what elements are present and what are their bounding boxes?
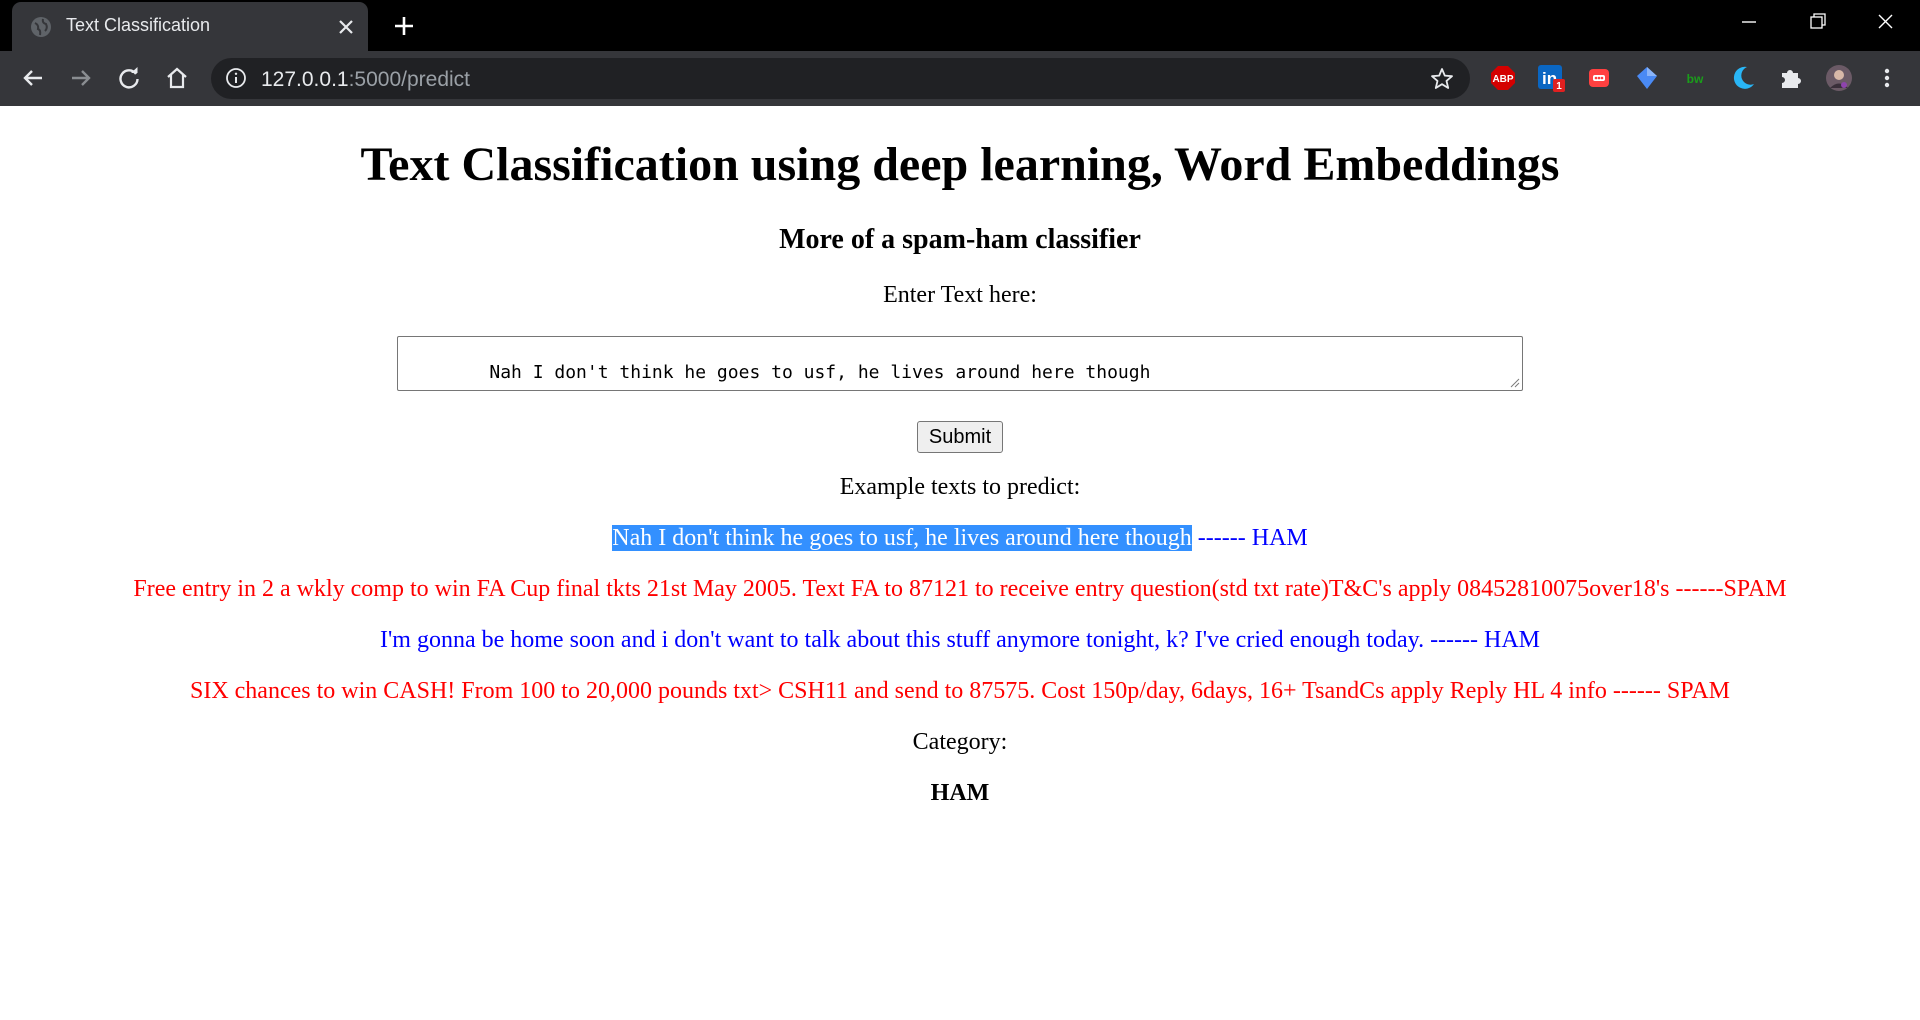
reload-icon[interactable]	[114, 63, 144, 93]
home-icon[interactable]	[162, 63, 192, 93]
abp-icon[interactable]: ABP	[1488, 63, 1518, 93]
browser-toolbar: 127.0.0.1:5000/predict ABP in 1 bw	[0, 51, 1920, 106]
example-text-4: SIX chances to win CASH! From 100 to 20,…	[189, 678, 1731, 704]
browser-tab[interactable]: Text Classification	[12, 2, 368, 51]
close-tab-icon[interactable]	[334, 15, 358, 39]
url-host: 127.0.0.1	[261, 68, 349, 91]
submit-button[interactable]: Submit	[917, 421, 1003, 453]
linkedin-icon[interactable]: in 1	[1536, 63, 1566, 93]
url-path: :5000/predict	[348, 68, 471, 91]
globe-icon	[31, 17, 51, 37]
example-text-1-label: ------ HAM	[1191, 525, 1308, 551]
examples-label: Example texts to predict:	[839, 474, 1081, 500]
resize-grip-icon[interactable]	[1508, 376, 1520, 388]
bw-icon[interactable]: bw	[1680, 63, 1710, 93]
linkedin-badge: 1	[1556, 81, 1562, 92]
input-label: Enter Text here:	[883, 282, 1037, 308]
new-tab-icon[interactable]	[390, 12, 418, 40]
puzzle-icon[interactable]	[1776, 63, 1806, 93]
moon-icon[interactable]	[1728, 63, 1758, 93]
page-subtitle: More of a spam-ham classifier	[779, 224, 1141, 255]
close-window-icon[interactable]	[1868, 8, 1902, 36]
example-text-2: Free entry in 2 a wkly comp to win FA Cu…	[133, 576, 1787, 602]
restore-icon[interactable]	[1800, 8, 1834, 36]
example-text-1: Nah I don't think he goes to usf, he liv…	[0, 525, 1920, 552]
page-content: Text Classification using deep learning,…	[0, 106, 1920, 1020]
category-label: Category:	[912, 729, 1008, 755]
browser-titlebar: Text Classification	[0, 0, 1920, 51]
minimize-icon[interactable]	[1732, 8, 1766, 36]
address-bar[interactable]: 127.0.0.1:5000/predict	[211, 58, 1470, 99]
text-input-value: Nah I don't think he goes to usf, he liv…	[489, 362, 1151, 383]
menu-dots-icon[interactable]	[1872, 63, 1902, 93]
profile-avatar[interactable]	[1824, 63, 1854, 93]
red-extension-icon[interactable]	[1584, 63, 1614, 93]
category-value: HAM	[930, 780, 990, 806]
tab-title: Text Classification	[66, 15, 211, 35]
bookmark-star-icon[interactable]	[1429, 66, 1455, 92]
text-input[interactable]: Nah I don't think he goes to usf, he liv…	[397, 336, 1523, 391]
blue-extension-icon[interactable]	[1632, 63, 1662, 93]
abp-label: ABP	[1492, 74, 1513, 85]
url-text[interactable]: 127.0.0.1:5000/predict	[261, 68, 470, 92]
info-icon[interactable]	[225, 67, 247, 89]
back-arrow-icon[interactable]	[18, 63, 48, 93]
bw-label: bw	[1687, 72, 1704, 86]
example-text-3: I'm gonna be home soon and i don't want …	[379, 627, 1541, 653]
forward-arrow-icon[interactable]	[66, 63, 96, 93]
example-text-1-selected: Nah I don't think he goes to usf, he liv…	[612, 525, 1192, 551]
page-title: Text Classification using deep learning,…	[360, 138, 1560, 191]
